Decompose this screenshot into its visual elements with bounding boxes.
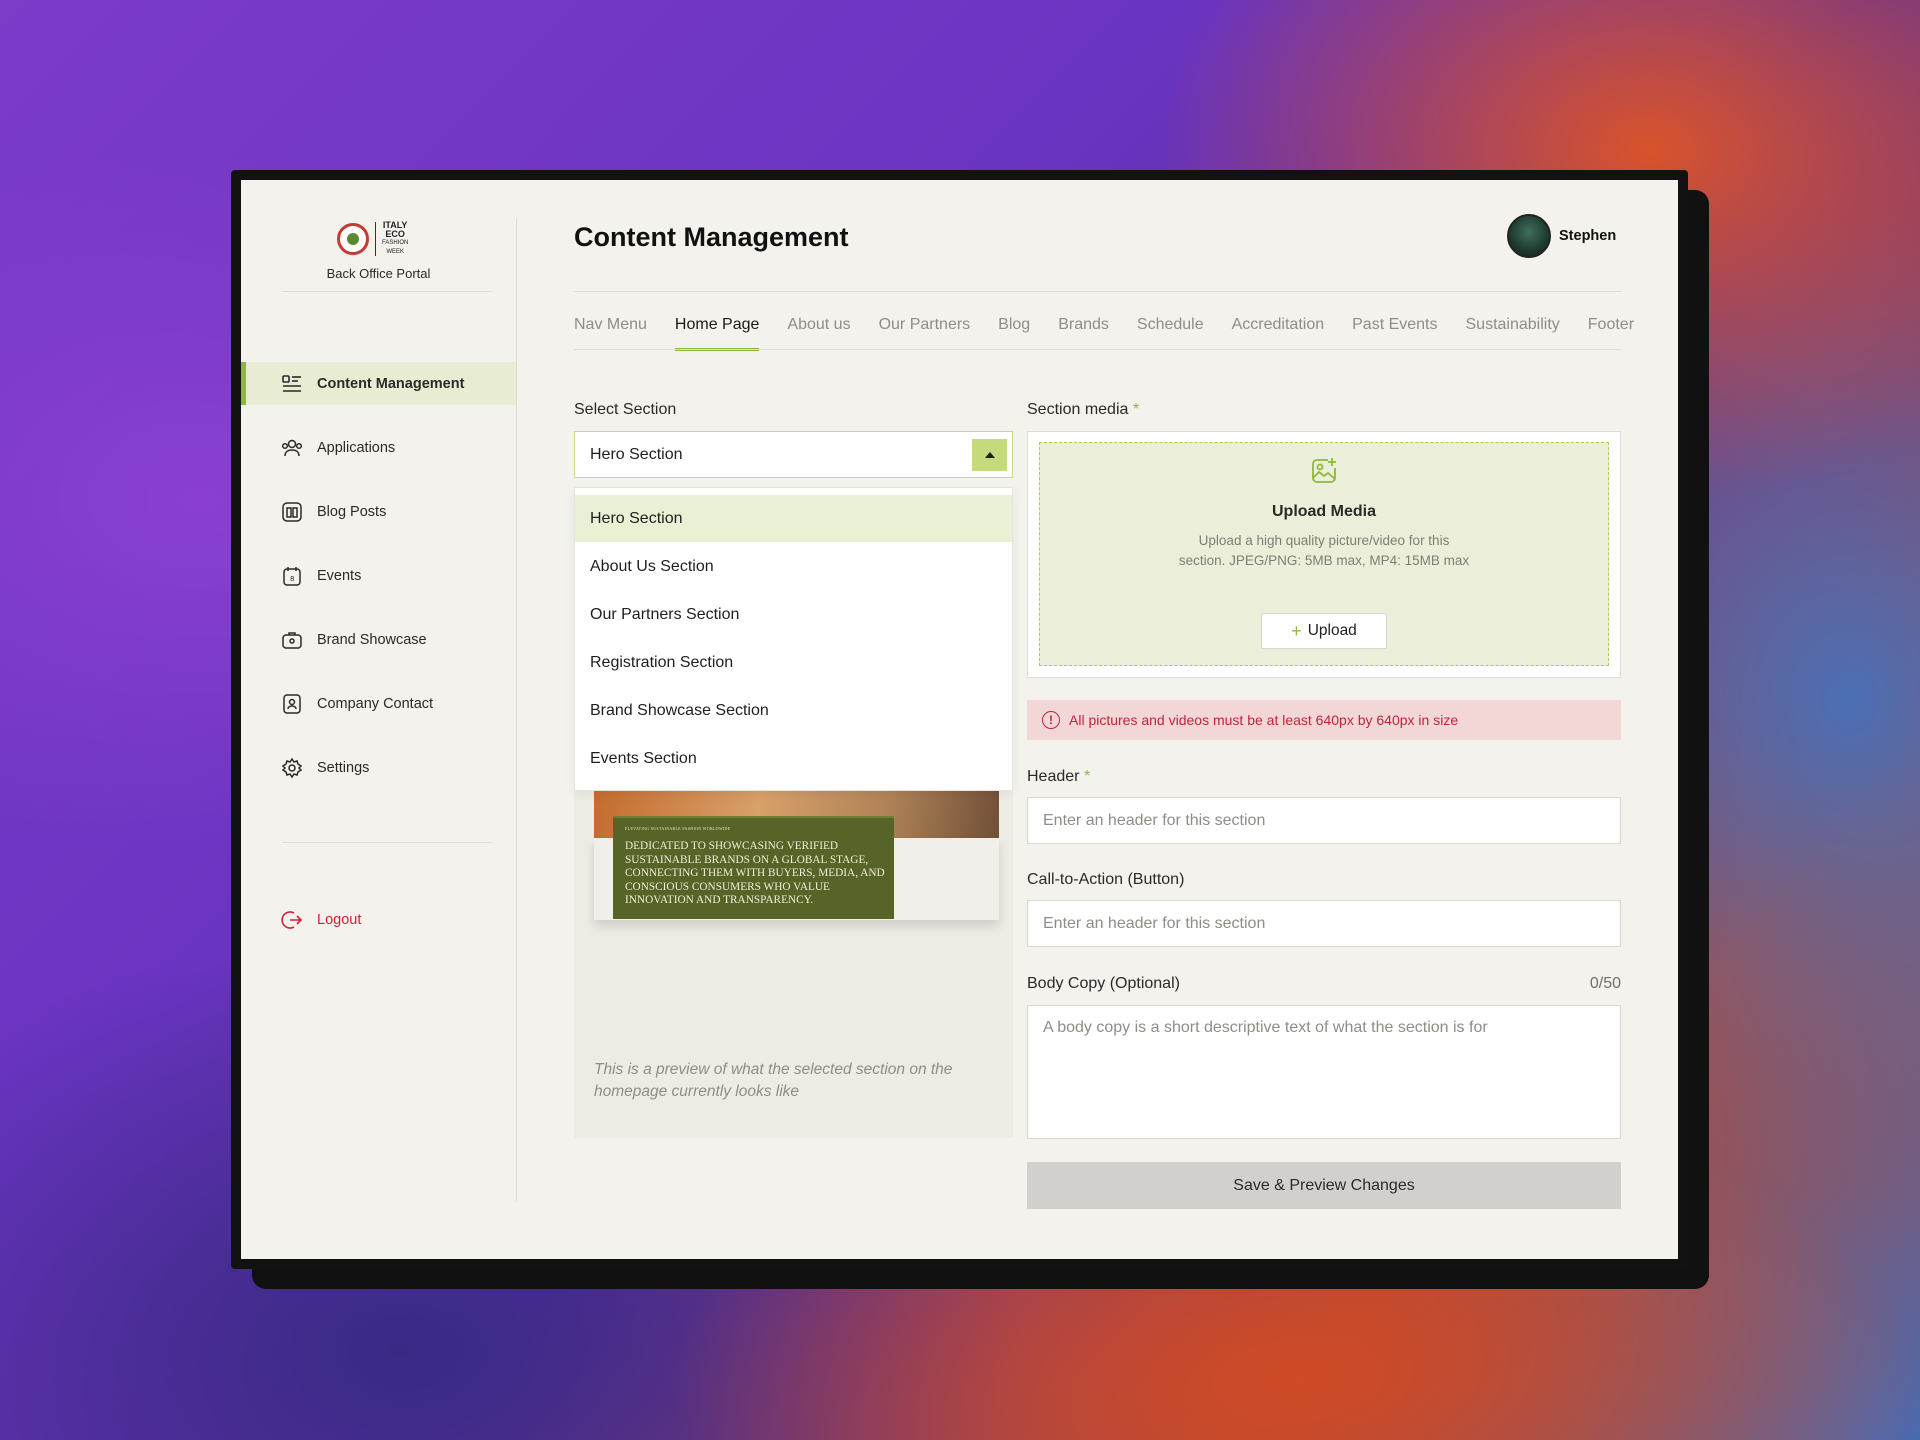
upload-button-label: Upload	[1307, 622, 1357, 639]
sidebar-item-label: Settings	[317, 759, 370, 776]
sidebar-item-applications[interactable]: Applications	[241, 426, 516, 469]
sidebar-item-content-management[interactable]: Content Management	[241, 362, 516, 405]
sidebar-divider	[282, 842, 492, 843]
header-divider	[574, 291, 1621, 292]
seal-logo-icon	[337, 223, 369, 255]
tab-home-page[interactable]: Home Page	[674, 316, 759, 351]
tab-schedule[interactable]: Schedule	[1137, 316, 1204, 351]
dropdown-option[interactable]: Brand Showcase Section	[575, 687, 1012, 734]
preview-small-text: ELEVATING SUSTAINABLE FASHION WORLDWIDE	[625, 826, 731, 831]
logout-icon	[281, 910, 303, 929]
required-mark: *	[1132, 401, 1140, 418]
dropdown-option[interactable]: Hero Section	[575, 495, 1012, 542]
section-tabs: Nav Menu Home Page About us Our Partners…	[574, 316, 1678, 351]
body-copy-textarea[interactable]: A body copy is a short descriptive text …	[1027, 1005, 1621, 1139]
character-counter: 0/50	[1589, 975, 1621, 992]
section-media-label-text: Section media	[1027, 401, 1129, 418]
header-field-label: Header *	[1027, 768, 1090, 786]
tab-blog[interactable]: Blog	[998, 316, 1030, 351]
dropdown-option[interactable]: About Us Section	[575, 543, 1012, 590]
logo-word-eco: ECO	[385, 229, 405, 239]
section-select[interactable]: Hero Section	[574, 431, 1013, 478]
required-mark: *	[1083, 768, 1091, 785]
logout-label: Logout	[317, 911, 362, 928]
logo-wordmark: ITALY ECO FASHION WEEK	[382, 221, 408, 257]
logo-separator	[375, 222, 376, 256]
calendar-icon: 8	[283, 566, 301, 586]
cta-field-label: Call-to-Action (Button)	[1027, 871, 1185, 888]
dropdown-option[interactable]: Our Partners Section	[575, 591, 1012, 638]
brand-logo: ITALY ECO FASHION WEEK	[337, 220, 427, 258]
tab-nav-menu[interactable]: Nav Menu	[574, 316, 647, 351]
upload-title: Upload Media	[1271, 503, 1376, 520]
logout-button[interactable]: Logout	[241, 898, 516, 941]
body-copy-label: Body Copy (Optional)	[1027, 975, 1180, 992]
plus-icon: +	[1291, 620, 1302, 641]
logo-word-week: WEEK	[386, 249, 404, 255]
tab-sustainability[interactable]: Sustainability	[1466, 316, 1560, 351]
sidebar-item-blog-posts[interactable]: Blog Posts	[241, 490, 516, 533]
preview-headline: DEDICATED TO SHOWCASING VERIFIED SUSTAIN…	[625, 840, 885, 906]
alert-text: All pictures and videos must be at least…	[1069, 712, 1459, 728]
briefcase-icon	[282, 631, 302, 649]
sidebar-divider	[282, 291, 492, 292]
sidebar-item-label: Company Contact	[317, 695, 434, 712]
header-field-label-text: Header	[1027, 768, 1080, 785]
save-preview-button[interactable]: Save & Preview Changes	[1027, 1162, 1621, 1209]
logo-word-fashion: FASHION	[382, 240, 409, 246]
portal-label: Back Office Portal	[326, 266, 431, 281]
sidebar-item-settings[interactable]: Settings	[241, 746, 516, 789]
size-warning-alert: ! All pictures and videos must be at lea…	[1027, 700, 1621, 740]
section-media-label: Section media *	[1027, 401, 1139, 419]
app-window: ITALY ECO FASHION WEEK Back Office Porta…	[241, 180, 1678, 1259]
sidebar-item-events[interactable]: 8 Events	[241, 554, 516, 597]
select-section-label: Select Section	[574, 401, 677, 418]
avatar[interactable]	[1507, 214, 1551, 258]
upload-description: Upload a high quality picture/video for …	[1178, 533, 1470, 568]
sidebar: ITALY ECO FASHION WEEK Back Office Porta…	[241, 180, 516, 1259]
book-icon	[282, 501, 302, 522]
sidebar-border	[516, 218, 517, 1201]
contact-icon	[283, 693, 301, 714]
user-menu[interactable]: Stephen	[1507, 214, 1616, 258]
sidebar-item-brand-showcase[interactable]: Brand Showcase	[241, 618, 516, 661]
header-input-placeholder: Enter an header for this section	[1043, 811, 1266, 829]
tab-accreditation[interactable]: Accreditation	[1232, 316, 1325, 351]
header-input[interactable]: Enter an header for this section	[1027, 797, 1621, 844]
dropdown-option[interactable]: Events Section	[575, 735, 1012, 782]
sidebar-item-label: Events	[317, 567, 362, 584]
user-name: Stephen	[1559, 228, 1617, 244]
list-icon	[282, 374, 301, 392]
tab-footer[interactable]: Footer	[1588, 316, 1634, 351]
section-select-value: Hero Section	[590, 445, 683, 463]
upload-button[interactable]: + Upload	[1261, 613, 1387, 649]
page-title: Content Management	[574, 222, 849, 252]
sidebar-item-label: Content Management	[317, 375, 465, 392]
svg-text:8: 8	[290, 575, 294, 583]
sidebar-item-label: Blog Posts	[317, 503, 387, 520]
body-copy-placeholder: A body copy is a short descriptive text …	[1043, 1019, 1488, 1036]
users-icon	[281, 439, 303, 456]
tab-our-partners[interactable]: Our Partners	[879, 316, 971, 351]
cta-input-placeholder: Enter an header for this section	[1043, 914, 1266, 932]
tab-past-events[interactable]: Past Events	[1352, 316, 1437, 351]
preview-caption: This is a preview of what the selected s…	[594, 1061, 953, 1100]
cta-input[interactable]: Enter an header for this section	[1027, 900, 1621, 947]
sidebar-item-company-contact[interactable]: Company Contact	[241, 682, 516, 725]
image-add-icon	[1312, 458, 1336, 483]
tab-about-us[interactable]: About us	[787, 316, 850, 351]
chevron-up-icon[interactable]	[972, 439, 1007, 471]
alert-circle-icon: !	[1042, 711, 1060, 729]
gear-icon	[281, 757, 303, 778]
sidebar-item-label: Brand Showcase	[317, 631, 427, 648]
section-dropdown: Hero Section About Us Section Our Partne…	[574, 487, 1013, 791]
sidebar-item-label: Applications	[317, 439, 396, 456]
tab-brands[interactable]: Brands	[1058, 316, 1109, 351]
tabs-divider	[574, 349, 1621, 350]
dropdown-option[interactable]: Registration Section	[575, 639, 1012, 686]
